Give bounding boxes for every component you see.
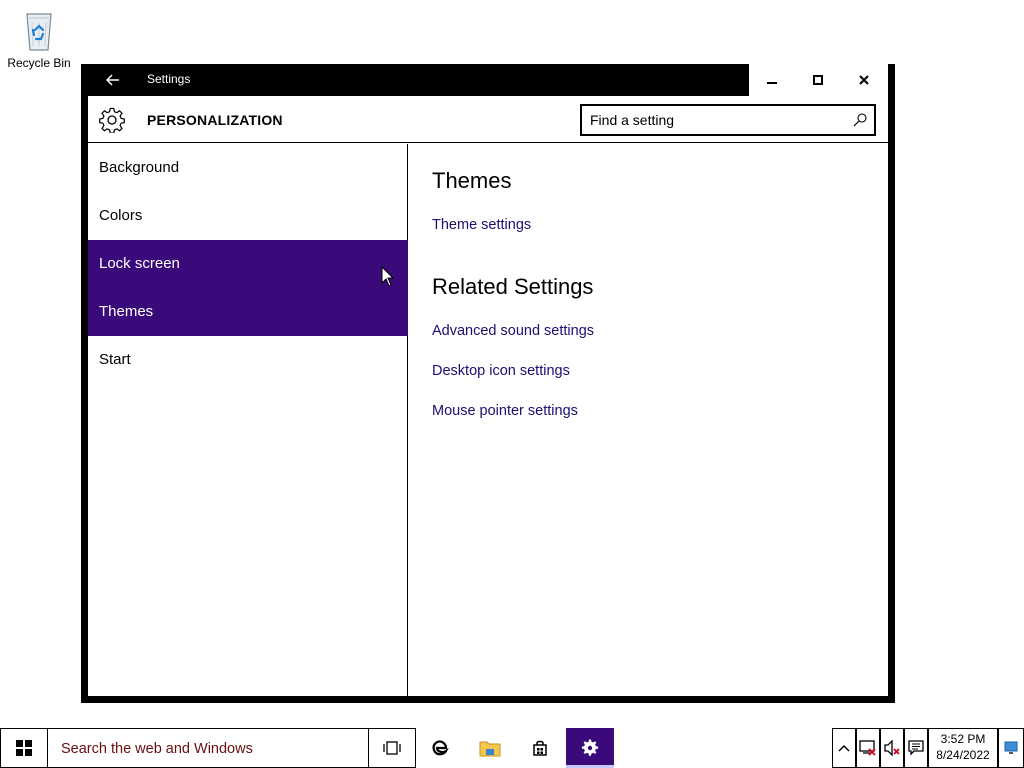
theme-settings-link[interactable]: Theme settings	[432, 217, 531, 233]
chevron-up-icon	[838, 744, 850, 752]
nav-item-label: Colors	[99, 207, 143, 224]
taskbar: Search the web and Windows 3:52 PM 8/24/…	[0, 728, 1024, 768]
windows-logo-icon	[16, 740, 32, 756]
task-view-button[interactable]	[368, 728, 416, 768]
nav-item-label: Start	[99, 351, 131, 368]
network-disconnected-icon	[859, 740, 876, 756]
nav-item-lock-screen[interactable]: Lock screen	[88, 240, 408, 288]
search-icon[interactable]	[852, 112, 868, 128]
settings-gear-icon	[581, 739, 599, 756]
minimize-button[interactable]	[749, 64, 795, 96]
personalization-nav: Background Colors Lock screen Themes Sta…	[88, 144, 408, 696]
taskbar-clock[interactable]: 3:52 PM 8/24/2022	[928, 728, 998, 768]
find-setting-search-box[interactable]	[580, 104, 876, 136]
store-bag-icon	[533, 740, 547, 756]
maximize-icon	[813, 75, 823, 85]
window-controls	[749, 64, 895, 96]
settings-header: PERSONALIZATION	[88, 96, 888, 143]
minimize-icon	[767, 82, 777, 84]
nav-item-background[interactable]: Background	[88, 144, 408, 192]
page-title: PERSONALIZATION	[147, 112, 283, 128]
recycle-bin-icon	[26, 13, 52, 51]
gear-icon	[99, 107, 125, 133]
back-button[interactable]	[89, 64, 137, 96]
mouse-pointer-settings-link[interactable]: Mouse pointer settings	[432, 403, 578, 419]
mouse-cursor-icon	[381, 266, 395, 287]
file-explorer-button[interactable]	[466, 728, 514, 768]
find-setting-input[interactable]	[590, 110, 840, 130]
taskbar-search-box[interactable]: Search the web and Windows	[48, 728, 368, 768]
edge-browser-icon	[432, 740, 449, 756]
themes-heading: Themes	[432, 168, 512, 193]
notification-icon	[908, 740, 924, 756]
clock-date: 8/24/2022	[936, 748, 990, 762]
clock-time: 3:52 PM	[940, 732, 986, 746]
edge-browser-button[interactable]	[416, 728, 464, 768]
close-button[interactable]	[841, 64, 887, 96]
volume-muted-icon	[884, 740, 900, 756]
settings-window: Settings PERSONALIZATION Find a setting …	[81, 64, 895, 703]
nav-item-label: Lock screen	[99, 255, 180, 272]
recycle-bin-desktop-icon[interactable]: Recycle Bin	[4, 8, 74, 70]
show-hidden-icons-button[interactable]	[832, 728, 856, 768]
back-arrow-icon	[106, 74, 119, 86]
file-explorer-folder-icon	[479, 741, 501, 757]
nav-item-label: Background	[99, 159, 180, 176]
start-button[interactable]	[0, 728, 48, 768]
settings-taskbar-button[interactable]	[566, 728, 614, 768]
task-view-icon	[383, 741, 401, 755]
recycle-bin-label: Recycle Bin	[7, 56, 71, 70]
nav-item-colors[interactable]: Colors	[88, 192, 408, 240]
nav-item-start[interactable]: Start	[88, 336, 408, 384]
nav-item-themes[interactable]: Themes	[88, 288, 408, 336]
settings-client-area: PERSONALIZATION Background Colors Lock s…	[88, 96, 888, 696]
window-title: Settings	[147, 72, 191, 86]
show-desktop-button[interactable]	[998, 728, 1024, 768]
maximize-button[interactable]	[795, 64, 841, 96]
desktop-icon-settings-link[interactable]: Desktop icon settings	[432, 363, 570, 379]
volume-tray-button[interactable]	[880, 728, 904, 768]
advanced-sound-settings-link[interactable]: Advanced sound settings	[432, 323, 594, 339]
title-bar[interactable]: Settings	[81, 64, 895, 96]
desktop-preview-icon	[1004, 741, 1018, 754]
taskbar-search-text: Search the web and Windows	[61, 741, 253, 757]
nav-item-label: Themes	[99, 303, 154, 320]
store-button[interactable]	[516, 728, 564, 768]
close-icon	[859, 75, 869, 85]
settings-content: Themes Theme settings Related Settings A…	[432, 144, 872, 684]
action-center-button[interactable]	[904, 728, 928, 768]
related-settings-heading: Related Settings	[432, 274, 594, 299]
network-tray-button[interactable]	[856, 728, 880, 768]
title-area	[137, 64, 749, 96]
